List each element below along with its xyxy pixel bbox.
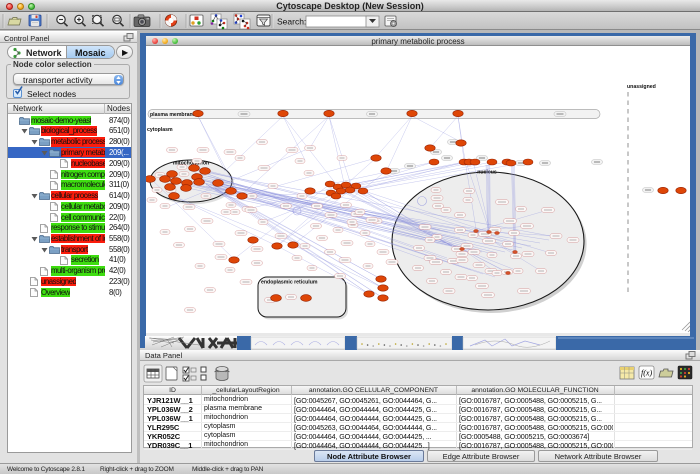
svg-text:plasma membrane: plasma membrane [150, 112, 196, 118]
svg-text:endoplasmic reticulum: endoplasmic reticulum [261, 280, 318, 286]
svg-text:f(x): f(x) [641, 369, 652, 378]
svg-text:cytoplasm: cytoplasm [147, 127, 173, 133]
svg-text:unassigned: unassigned [627, 84, 656, 90]
svg-text:Search:: Search: [277, 17, 306, 27]
